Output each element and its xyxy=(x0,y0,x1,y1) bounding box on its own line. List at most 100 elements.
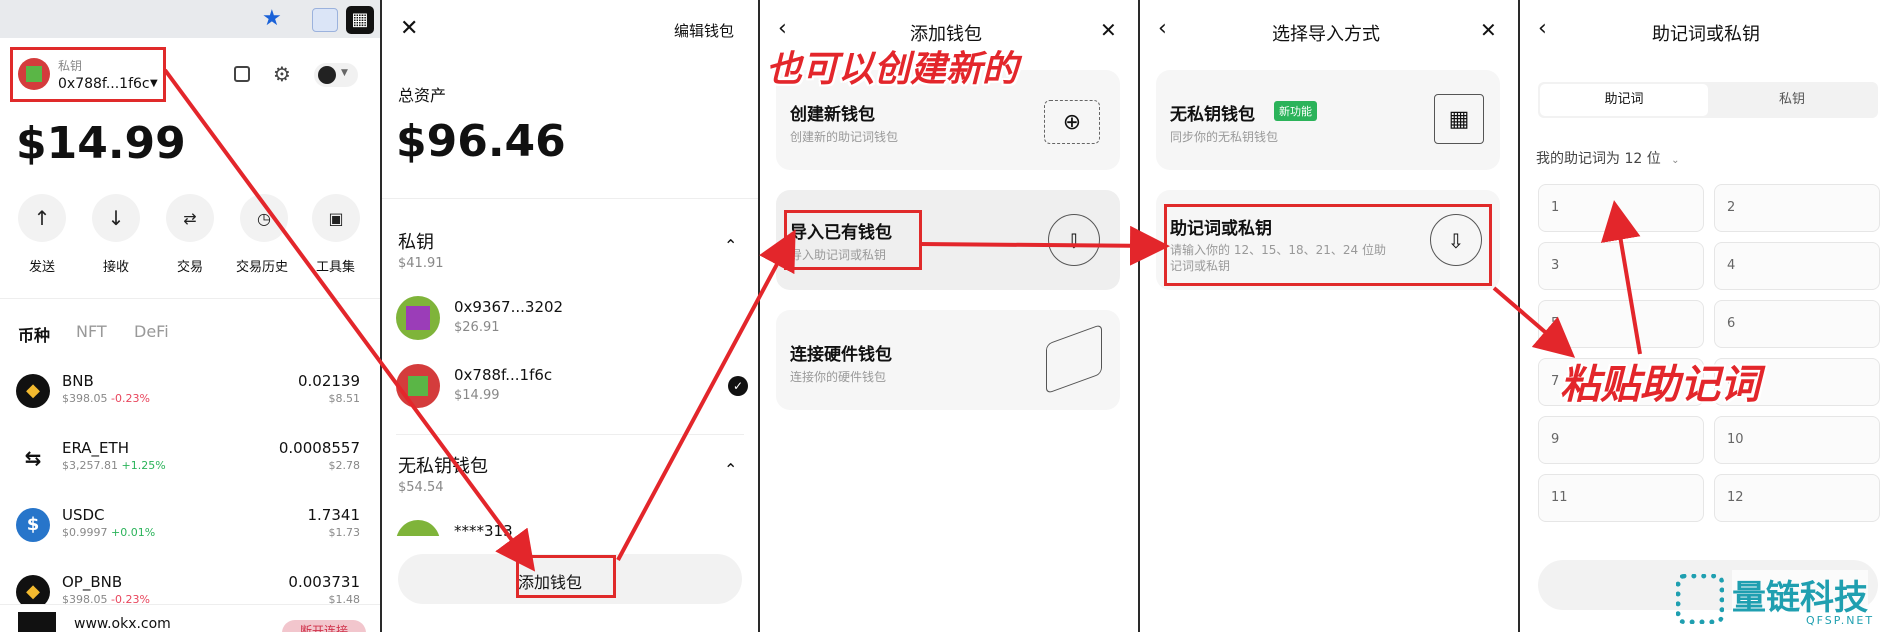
okx-logo-icon xyxy=(18,612,56,632)
receive-button[interactable]: ↓ xyxy=(92,194,140,242)
close-icon[interactable]: ✕ xyxy=(1100,18,1117,42)
account-row[interactable]: 0x788f...1f6c $14.99 ✓ xyxy=(396,362,748,410)
arrow-down-icon: ↓ xyxy=(107,206,125,230)
close-icon[interactable]: ✕ xyxy=(1480,18,1497,42)
copy-icon[interactable] xyxy=(234,66,250,82)
usdc-icon: $ xyxy=(16,508,50,542)
mnemonic-word-field[interactable]: 9 xyxy=(1538,416,1704,464)
token-row-usdc[interactable]: $ USDC $0.9997 +0.01% 1.7341 $1.73 xyxy=(0,500,380,552)
watermark-domain: QFSP.NET xyxy=(1806,614,1875,627)
word-index: 12 xyxy=(1727,490,1744,505)
import-down-icon: ⇩ xyxy=(1048,214,1100,266)
group-total: $41.91 xyxy=(398,256,444,271)
history-label: 交易历史 xyxy=(236,260,289,275)
word-count-label: 我的助记词为 12 位 xyxy=(1536,151,1661,167)
total-assets-value: $96.46 xyxy=(396,116,566,167)
option-title: 无私钥钱包 xyxy=(1170,105,1255,125)
new-feature-badge: 新功能 xyxy=(1274,101,1317,121)
total-assets-label: 总资产 xyxy=(398,86,447,105)
token-row-bnb[interactable]: ◆ BNB $398.05 -0.23% 0.02139 $8.51 xyxy=(0,366,380,418)
disconnect-button[interactable]: 断开连接 xyxy=(282,620,366,632)
word-index: 5 xyxy=(1551,316,1560,331)
send-label: 发送 xyxy=(29,260,56,275)
mnemonic-word-field[interactable]: 4 xyxy=(1714,242,1880,290)
token-row-era-eth[interactable]: ⇆ ERA_ETH $3,257.81 +1.25% 0.0008557 $2.… xyxy=(0,433,380,485)
account-address: 0x788f...1f6c xyxy=(454,366,553,384)
tab-nft[interactable]: NFT xyxy=(76,322,107,341)
mnemonic-word-field[interactable]: 2 xyxy=(1714,184,1880,232)
account-highlight-box xyxy=(10,47,166,102)
hardware-wallet-option[interactable]: 连接硬件钱包 连接你的硬件钱包 xyxy=(776,310,1120,410)
word-index: 2 xyxy=(1727,200,1736,215)
mnemonic-word-field[interactable]: 6 xyxy=(1714,300,1880,348)
bookmark-star-icon[interactable]: ★ xyxy=(262,6,282,31)
watermark-logo-icon xyxy=(1676,574,1724,624)
mnemonic-word-field[interactable]: 5 xyxy=(1538,300,1704,348)
annotation-create-new: 也可以创建新的 xyxy=(766,49,1019,90)
opbnb-icon: ◆ xyxy=(16,575,50,607)
section-divider xyxy=(382,198,758,199)
back-chevron-icon[interactable]: ‹ xyxy=(1538,16,1547,41)
selected-check-icon: ✓ xyxy=(728,376,748,396)
annotation-paste-mnemonic: 粘贴助记词 xyxy=(1560,362,1760,408)
wallet-list-panel: ✕ 编辑钱包 总资产 $96.46 私钥 $41.91 ⌃ 0x9367...3… xyxy=(382,0,758,632)
mnemonic-entry-panel: ‹ 助记词或私钥 助记词 私钥 我的助记词为 12 位 ⌄ 1 2 3 4 5 … xyxy=(1520,0,1890,632)
extension-okx-icon[interactable]: ▦ xyxy=(346,6,374,34)
history-button[interactable]: ◷ xyxy=(240,194,288,242)
token-value: $8.51 xyxy=(328,392,361,405)
account-address: ****313 xyxy=(454,522,513,536)
site-url: www.okx.com xyxy=(74,616,171,632)
swap-label: 交易 xyxy=(177,260,204,275)
chevron-down-icon: ⌄ xyxy=(1671,155,1680,166)
section-divider xyxy=(396,434,744,435)
token-price: $0.9997 xyxy=(62,526,108,539)
collapse-chevron-icon[interactable]: ⌃ xyxy=(724,460,737,479)
mnemonic-word-field[interactable]: 3 xyxy=(1538,242,1704,290)
account-avatar xyxy=(396,296,440,340)
mnemonic-word-field[interactable]: 1 xyxy=(1538,184,1704,232)
mnemonic-highlight-box xyxy=(1164,204,1492,286)
keyless-wallet-option[interactable]: 无私钥钱包 新功能 同步你的无私钥钱包 ▦ xyxy=(1156,70,1500,170)
account-value: $14.99 xyxy=(454,388,500,403)
mnemonic-word-field[interactable]: 10 xyxy=(1714,416,1880,464)
network-icon xyxy=(318,66,336,84)
account-row-partial[interactable]: ****313 xyxy=(396,518,746,536)
close-icon[interactable]: ✕ xyxy=(400,16,418,41)
mnemonic-word-field[interactable]: 12 xyxy=(1714,474,1880,522)
token-change: -0.23% xyxy=(111,392,150,405)
group-title-private-key: 私钥 xyxy=(398,232,434,253)
watermark-name: 量链科技 xyxy=(1732,570,1868,619)
network-selector[interactable]: ▼ xyxy=(314,63,358,87)
back-chevron-icon[interactable]: ‹ xyxy=(1158,16,1167,41)
gear-icon[interactable]: ⚙ xyxy=(273,62,291,86)
token-row-opbnb[interactable]: ◆ OP_BNB $398.05 -0.23% 0.003731 $1.48 xyxy=(0,567,380,607)
create-wallet-icon: ⊕ xyxy=(1044,100,1100,144)
receive-label: 接收 xyxy=(103,260,130,275)
swap-button[interactable]: ⇄ xyxy=(166,194,214,242)
tab-mnemonic[interactable]: 助记词 xyxy=(1540,84,1708,116)
wallet-home-panel: ★ ▦ 私钥 0x788f...1f6c ▼ ⚙ ▼ $14.99 ↑ ↓ ⇄ … xyxy=(0,0,380,632)
import-method-panel: ‹ 选择导入方式 ✕ 无私钥钱包 新功能 同步你的无私钥钱包 ▦ 助记词或私钥 … xyxy=(1140,0,1518,632)
edit-wallet-link[interactable]: 编辑钱包 xyxy=(674,20,734,41)
back-chevron-icon[interactable]: ‹ xyxy=(778,16,787,41)
account-row[interactable]: 0x9367...3202 $26.91 xyxy=(396,294,746,342)
word-count-selector[interactable]: 我的助记词为 12 位 ⌄ xyxy=(1536,148,1680,168)
token-name: BNB xyxy=(62,372,94,390)
tools-button[interactable]: ▣ xyxy=(312,194,360,242)
mnemonic-word-field[interactable]: 11 xyxy=(1538,474,1704,522)
total-balance: $14.99 xyxy=(16,118,186,169)
extension-doc-icon[interactable] xyxy=(312,8,338,32)
token-value: $1.73 xyxy=(328,526,361,539)
account-value: $26.91 xyxy=(454,320,500,335)
chevron-down-icon: ▼ xyxy=(341,68,348,78)
tools-icon: ▣ xyxy=(328,208,344,228)
token-amount: 1.7341 xyxy=(307,506,361,524)
collapse-chevron-icon[interactable]: ⌃ xyxy=(724,236,737,255)
send-button[interactable]: ↑ xyxy=(18,194,66,242)
history-icon: ◷ xyxy=(257,208,271,228)
tab-defi[interactable]: DeFi xyxy=(134,322,169,341)
tab-private-key[interactable]: 私钥 xyxy=(1708,84,1876,116)
tab-tokens[interactable]: 币种 xyxy=(18,322,50,346)
token-value: $2.78 xyxy=(328,459,361,472)
option-desc: 同步你的无私钥钱包 xyxy=(1170,130,1279,144)
